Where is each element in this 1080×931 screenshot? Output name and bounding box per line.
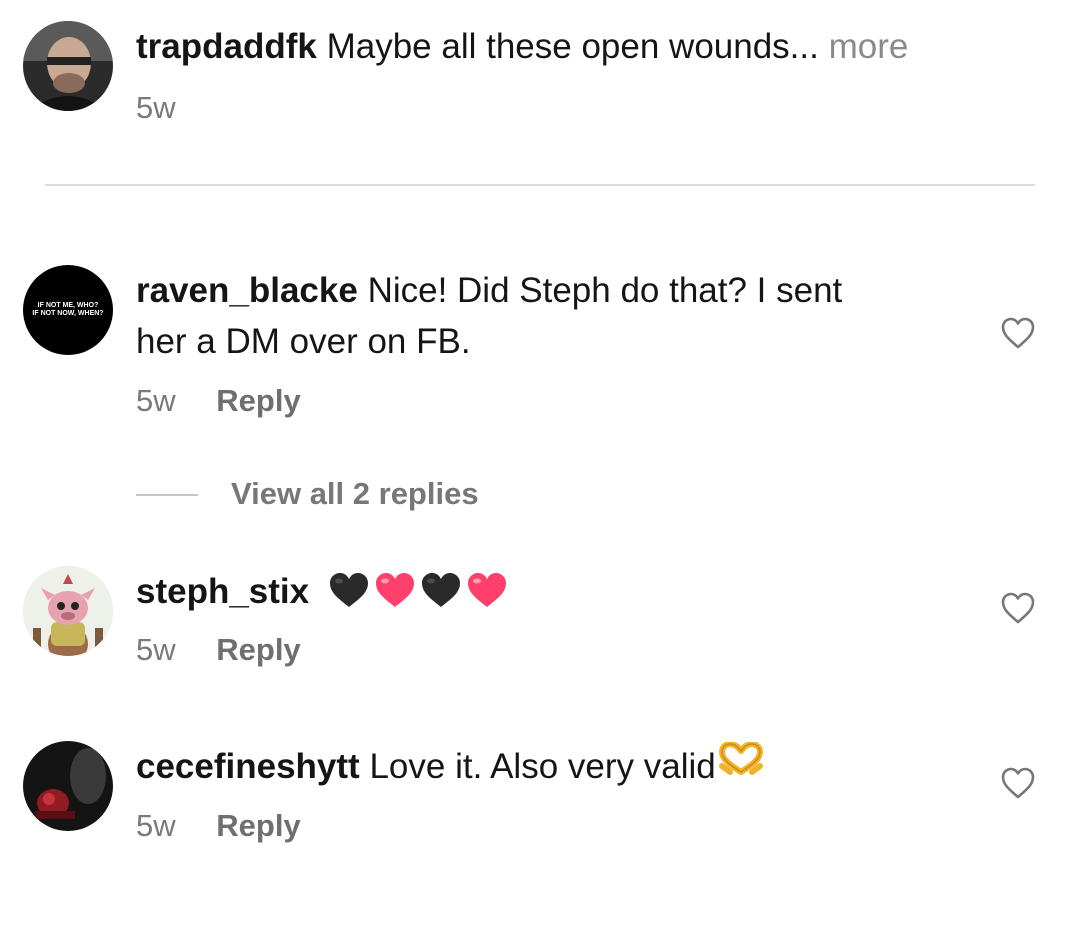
comment-body: Nice! Did Steph do that? I sent	[367, 271, 843, 310]
comment-body: Maybe all these open wounds...	[326, 27, 819, 66]
black-heart-icon	[421, 572, 460, 607]
comment-body: Love it. Also very valid	[369, 747, 716, 786]
timestamp: 5w	[136, 808, 176, 843]
like-button[interactable]	[1000, 766, 1036, 800]
comment-text: steph_stix	[136, 566, 509, 617]
reply-button[interactable]: Reply	[216, 808, 300, 843]
heart-outline-icon	[1001, 767, 1035, 799]
avatar[interactable]	[23, 566, 113, 656]
timestamp: 5w	[136, 383, 176, 418]
black-heart-icon	[329, 572, 368, 607]
heart-outline-icon	[1001, 317, 1035, 349]
avatar[interactable]	[23, 741, 113, 831]
username[interactable]: cecefineshytt	[136, 747, 360, 786]
heart-outline-icon	[1001, 592, 1035, 624]
like-button[interactable]	[1000, 316, 1036, 350]
emoji-group	[327, 570, 509, 610]
timestamp: 5w	[136, 632, 176, 667]
username[interactable]: trapdaddfk	[136, 27, 317, 66]
heart-hands-icon	[718, 739, 764, 790]
more-link[interactable]: more	[829, 27, 909, 66]
dark-photo-avatar-icon	[23, 741, 113, 831]
pink-heart-icon	[375, 572, 414, 607]
pink-heart-icon	[467, 572, 506, 607]
username[interactable]: raven_blacke	[136, 271, 358, 310]
view-replies-label: View all 2 replies	[231, 476, 479, 511]
like-button[interactable]	[1000, 591, 1036, 625]
username[interactable]: steph_stix	[136, 572, 309, 611]
comment-meta: 5w Reply	[136, 808, 301, 844]
comment-text: cecefineshytt Love it. Also very valid	[136, 741, 764, 794]
user-photo-avatar-icon	[23, 21, 113, 111]
comment-meta: 5w Reply	[136, 383, 301, 419]
avatar[interactable]: IF NOT ME, WHO? IF NOT NOW, WHEN?	[23, 265, 113, 355]
divider	[45, 184, 1035, 186]
avatar[interactable]	[23, 21, 113, 111]
reply-button[interactable]: Reply	[216, 632, 300, 667]
replies-line	[136, 494, 198, 496]
comment-text: raven_blacke Nice! Did Steph do that? I …	[136, 265, 842, 367]
comment-meta: 5w	[136, 90, 176, 126]
avatar-text: IF NOT ME, WHO?	[37, 302, 99, 309]
avatar-text: IF NOT NOW, WHEN?	[32, 310, 104, 317]
reply-button[interactable]: Reply	[216, 383, 300, 418]
comment-text: trapdaddfk Maybe all these open wounds..…	[136, 21, 908, 72]
comment-meta: 5w Reply	[136, 632, 301, 668]
comment-body: her a DM over on FB.	[136, 322, 471, 361]
timestamp: 5w	[136, 90, 176, 125]
illustrated-creature-avatar-icon	[23, 566, 113, 656]
